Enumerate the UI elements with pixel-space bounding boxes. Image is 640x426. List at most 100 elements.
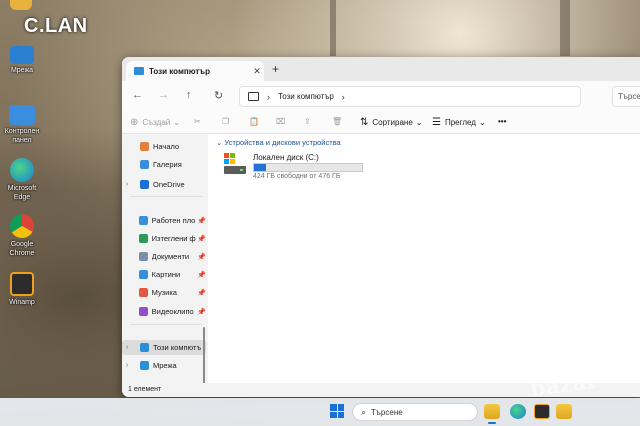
new-button-label: Създай (142, 118, 171, 127)
address-bar[interactable]: › Този компютър › (239, 86, 581, 107)
user-icon[interactable] (10, 0, 32, 10)
forward-button[interactable]: → (158, 89, 169, 101)
view-button-label: Преглед (444, 118, 476, 127)
sidebar-item[interactable]: Видеоклипо 📌 (122, 304, 206, 319)
sort-button[interactable]: ⇅ Сортиране ⌄ (360, 117, 423, 128)
desktop-icon-chrome[interactable]: Google Chrome (2, 214, 42, 258)
pin-icon: 📌 (197, 271, 206, 279)
sidebar-item-label: Галерия (153, 160, 182, 169)
chevron-right-icon[interactable]: › (122, 344, 132, 351)
new-tab-button[interactable]: + (272, 62, 279, 76)
view-icon: ☰ (432, 117, 441, 128)
search-input[interactable]: Търсе (612, 86, 640, 107)
chevron-right-icon[interactable]: › (342, 92, 345, 102)
sidebar-item-label: Работен пло (151, 216, 196, 225)
close-icon[interactable]: ✕ (250, 66, 264, 77)
refresh-button[interactable]: ↻ (214, 89, 223, 102)
breadcrumb-this-pc[interactable]: Този компютър (278, 92, 334, 101)
sidebar-item-icon (139, 288, 148, 297)
sidebar-item-icon (139, 234, 148, 243)
desktop-icon-label: Winamp (9, 299, 35, 306)
more-options-button[interactable]: ••• (498, 117, 506, 126)
desktop-icon-label: Google Chrome (9, 241, 35, 257)
command-bar: ⊕ Създай ⌄ ✂ ❐ 📋 ⌧ ⇪ 🗑 ⇅ Сортиране ⌄ ☰ П… (122, 111, 640, 134)
sidebar-item-icon (139, 252, 148, 261)
winamp-icon (10, 272, 34, 296)
content-pane: ⌄ Устройства и дискови устройства Локале… (208, 134, 640, 383)
desktop-icon-network[interactable]: Мрежа (2, 46, 42, 75)
sidebar-divider (130, 196, 202, 197)
control-panel-icon (9, 105, 35, 125)
sidebar-item[interactable]: Галерия (122, 157, 206, 172)
desktop-icon-edge[interactable]: Microsoft Edge (2, 158, 42, 202)
sidebar-scrollbar[interactable] (203, 327, 205, 387)
wallpaper-detail (560, 0, 570, 56)
chevron-right-icon[interactable]: › (122, 362, 132, 369)
chevron-down-icon: ⌄ (173, 118, 180, 127)
sidebar-item-icon (140, 343, 149, 352)
chevron-right-icon: › (267, 91, 270, 102)
navigation-bar: ← → ↑ ↻ › Този компютър › Търсе (122, 81, 640, 111)
sidebar-item[interactable]: › Този компютър (122, 340, 206, 355)
sidebar-item-icon (140, 361, 149, 370)
pin-icon: 📌 (197, 217, 206, 225)
group-header-label: Устройства и дискови устройства (224, 138, 341, 147)
pin-icon: 📌 (197, 253, 206, 261)
copy-icon[interactable]: ❐ (222, 117, 229, 126)
start-button[interactable] (330, 404, 344, 418)
sidebar-item-label: Този компютър (153, 343, 201, 352)
rename-icon[interactable]: ⌧ (276, 117, 285, 126)
file-explorer-icon[interactable] (556, 404, 572, 419)
pin-icon: 📌 (197, 289, 206, 297)
delete-icon[interactable]: 🗑 (332, 117, 342, 126)
sidebar-item-icon (139, 270, 148, 279)
tab-this-pc[interactable]: Този компютър ✕ (126, 61, 264, 81)
sidebar-item-icon (139, 307, 148, 316)
chevron-down-icon: ⌄ (216, 138, 223, 147)
sidebar-item[interactable]: Начало (122, 139, 206, 154)
plus-icon: ⊕ (130, 117, 139, 128)
up-button[interactable]: ↑ (186, 89, 192, 101)
drive-name: Локален диск (C:) (253, 153, 319, 162)
sidebar-item[interactable]: › Мрежа (122, 358, 206, 373)
sidebar-item[interactable]: Работен пло 📌 (122, 213, 206, 228)
sidebar-item-label: Начало (153, 142, 180, 151)
new-button[interactable]: ⊕ Създай ⌄ (130, 117, 180, 128)
edge-icon[interactable] (510, 404, 526, 419)
desktop-icon-label: Контролен панел (4, 128, 40, 144)
winamp-icon[interactable] (534, 404, 550, 419)
sort-icon: ⇅ (360, 117, 369, 128)
sidebar-item-icon (139, 216, 148, 225)
share-icon[interactable]: ⇪ (304, 117, 311, 126)
desktop-brand-text: C.LAN (24, 15, 88, 37)
cut-icon[interactable]: ✂ (194, 117, 201, 126)
this-pc-icon (134, 67, 144, 75)
sidebar-item[interactable]: Изтеглени ф 📌 (122, 231, 206, 246)
file-explorer-icon[interactable] (484, 404, 500, 419)
sidebar-item[interactable]: › OneDrive (122, 177, 206, 192)
back-button[interactable]: ← (132, 89, 143, 101)
drive-c[interactable]: Локален диск (C:) 424 ГБ свободни от 476… (223, 152, 383, 182)
taskbar-search[interactable]: ⌕ Търсене (352, 403, 478, 421)
sidebar-item-label: OneDrive (153, 180, 185, 189)
active-app-indicator (488, 422, 496, 424)
view-button[interactable]: ☰ Преглед ⌄ (432, 117, 486, 128)
this-pc-icon (248, 92, 259, 101)
chevron-right-icon[interactable]: › (122, 181, 132, 188)
desktop-icon-control-panel[interactable]: Контролен панел (2, 105, 42, 145)
paste-icon[interactable]: 📋 (249, 117, 259, 126)
sidebar-item[interactable]: Документи 📌 (122, 249, 206, 264)
pin-icon: 📌 (197, 308, 206, 316)
group-header-devices[interactable]: ⌄ Устройства и дискови устройства (216, 138, 341, 147)
network-icon (10, 46, 34, 64)
drive-free-space: 424 ГБ свободни от 476 ГБ (253, 173, 341, 180)
sidebar-item[interactable]: Музика 📌 (122, 285, 206, 300)
taskbar: ⌕ Търсене (0, 398, 640, 426)
navigation-pane: Начало Галерия › OneDrive Работен пло 📌 Изтегл… (122, 134, 206, 383)
drive-usage-fill (254, 164, 266, 171)
sidebar-divider (130, 324, 202, 325)
desktop-icon-label: Microsoft Edge (7, 185, 37, 201)
drive-usage-bar (253, 163, 363, 172)
sidebar-item[interactable]: Картини 📌 (122, 267, 206, 282)
desktop-icon-winamp[interactable]: Winamp (2, 272, 42, 307)
